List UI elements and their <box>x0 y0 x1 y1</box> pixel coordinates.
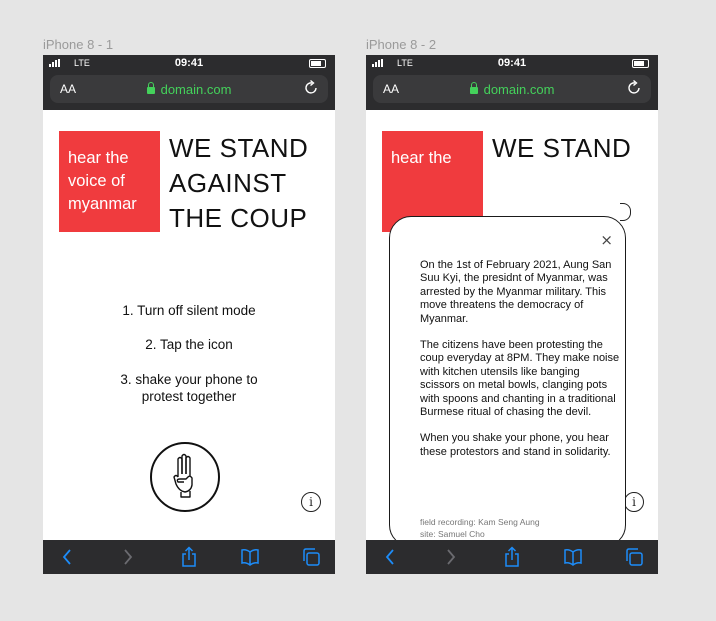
back-icon[interactable] <box>380 546 400 568</box>
status-bar: LTE 09:41 <box>366 55 658 72</box>
info-icon[interactable]: i <box>624 492 644 512</box>
url-text: domain.com <box>483 82 555 97</box>
credit-line: field recording: Kam Seng Aung <box>420 517 540 527</box>
battery-icon <box>309 59 326 68</box>
instruction-step-3-cont: protest together <box>141 389 237 404</box>
info-popup: × On the 1st of February 2021, Aung San … <box>389 216 626 547</box>
reload-icon[interactable] <box>304 79 320 97</box>
forward-icon[interactable] <box>118 546 138 568</box>
lock-icon <box>146 82 155 94</box>
credit-line: site: Samuel Cho <box>420 528 485 539</box>
browser-toolbar <box>366 540 658 574</box>
three-finger-salute-button[interactable] <box>150 442 220 512</box>
occluded-element <box>620 203 631 221</box>
address-bar[interactable]: AA domain.com <box>50 75 328 103</box>
instruction-step-2: 2. Tap the icon <box>145 337 233 352</box>
status-bar: LTE 09:41 <box>43 55 335 72</box>
instruction-step-3: 3. shake your phone to <box>120 372 258 387</box>
page-headline: WE STAND <box>492 131 652 166</box>
info-icon[interactable]: i <box>301 492 321 512</box>
three-finger-salute-icon <box>173 453 193 498</box>
tabs-icon[interactable] <box>301 546 321 568</box>
forward-icon[interactable] <box>441 546 461 568</box>
url-display[interactable]: domain.com <box>373 82 651 97</box>
back-icon[interactable] <box>57 546 77 568</box>
headline-line: THE COUP <box>169 203 308 233</box>
page-headline: WE STAND AGAINST THE COUP <box>169 131 329 236</box>
banner-line: hear the <box>391 149 452 167</box>
bookmarks-icon[interactable] <box>240 546 260 568</box>
banner-line: hear the <box>68 149 129 167</box>
banner-line: myanmar <box>68 195 137 213</box>
close-icon[interactable]: × <box>600 231 613 249</box>
share-icon[interactable] <box>502 546 522 568</box>
page-content: hear the WE STAND i × On the 1st of Febr… <box>366 110 658 547</box>
browser-header: AA domain.com <box>43 72 335 110</box>
url-display[interactable]: domain.com <box>50 82 328 97</box>
status-time: 09:41 <box>174 57 204 69</box>
hear-the-voice-banner: hear the voice of myanmar <box>59 131 160 232</box>
browser-toolbar <box>43 540 335 574</box>
popup-paragraph: When you shake your phone, you hear thes… <box>420 432 611 458</box>
popup-body: On the 1st of February 2021, Aung San Su… <box>420 259 620 472</box>
headline-line: WE STAND <box>492 133 632 163</box>
address-bar[interactable]: AA domain.com <box>373 75 651 103</box>
banner-line: voice of <box>68 172 125 190</box>
popup-credits: field recording: Kam Seng Aung site: Sam… <box>420 517 610 540</box>
phone-screen-2: LTE 09:41 AA domain.com hear the WE STAN… <box>366 55 658 574</box>
headline-line: WE STAND <box>169 133 309 163</box>
reload-icon[interactable] <box>627 79 643 97</box>
bookmarks-icon[interactable] <box>563 546 583 568</box>
status-time: 09:41 <box>497 57 527 69</box>
instruction-step-1: 1. Turn off silent mode <box>122 303 256 318</box>
page-content: hear the voice of myanmar WE STAND AGAIN… <box>43 110 335 540</box>
share-icon[interactable] <box>179 546 199 568</box>
url-text: domain.com <box>160 82 232 97</box>
popup-paragraph: On the 1st of February 2021, Aung San Su… <box>420 259 612 325</box>
headline-line: AGAINST <box>169 168 287 198</box>
browser-header: AA domain.com <box>366 72 658 110</box>
frame-label: iPhone 8 - 1 <box>43 37 114 52</box>
battery-icon <box>632 59 649 68</box>
lock-icon <box>469 82 478 94</box>
tabs-icon[interactable] <box>624 546 644 568</box>
popup-paragraph: The citizens have been protesting the co… <box>420 339 620 419</box>
phone-screen-1: LTE 09:41 AA domain.com hear the voice o… <box>43 55 335 574</box>
frame-label: iPhone 8 - 2 <box>366 37 437 52</box>
